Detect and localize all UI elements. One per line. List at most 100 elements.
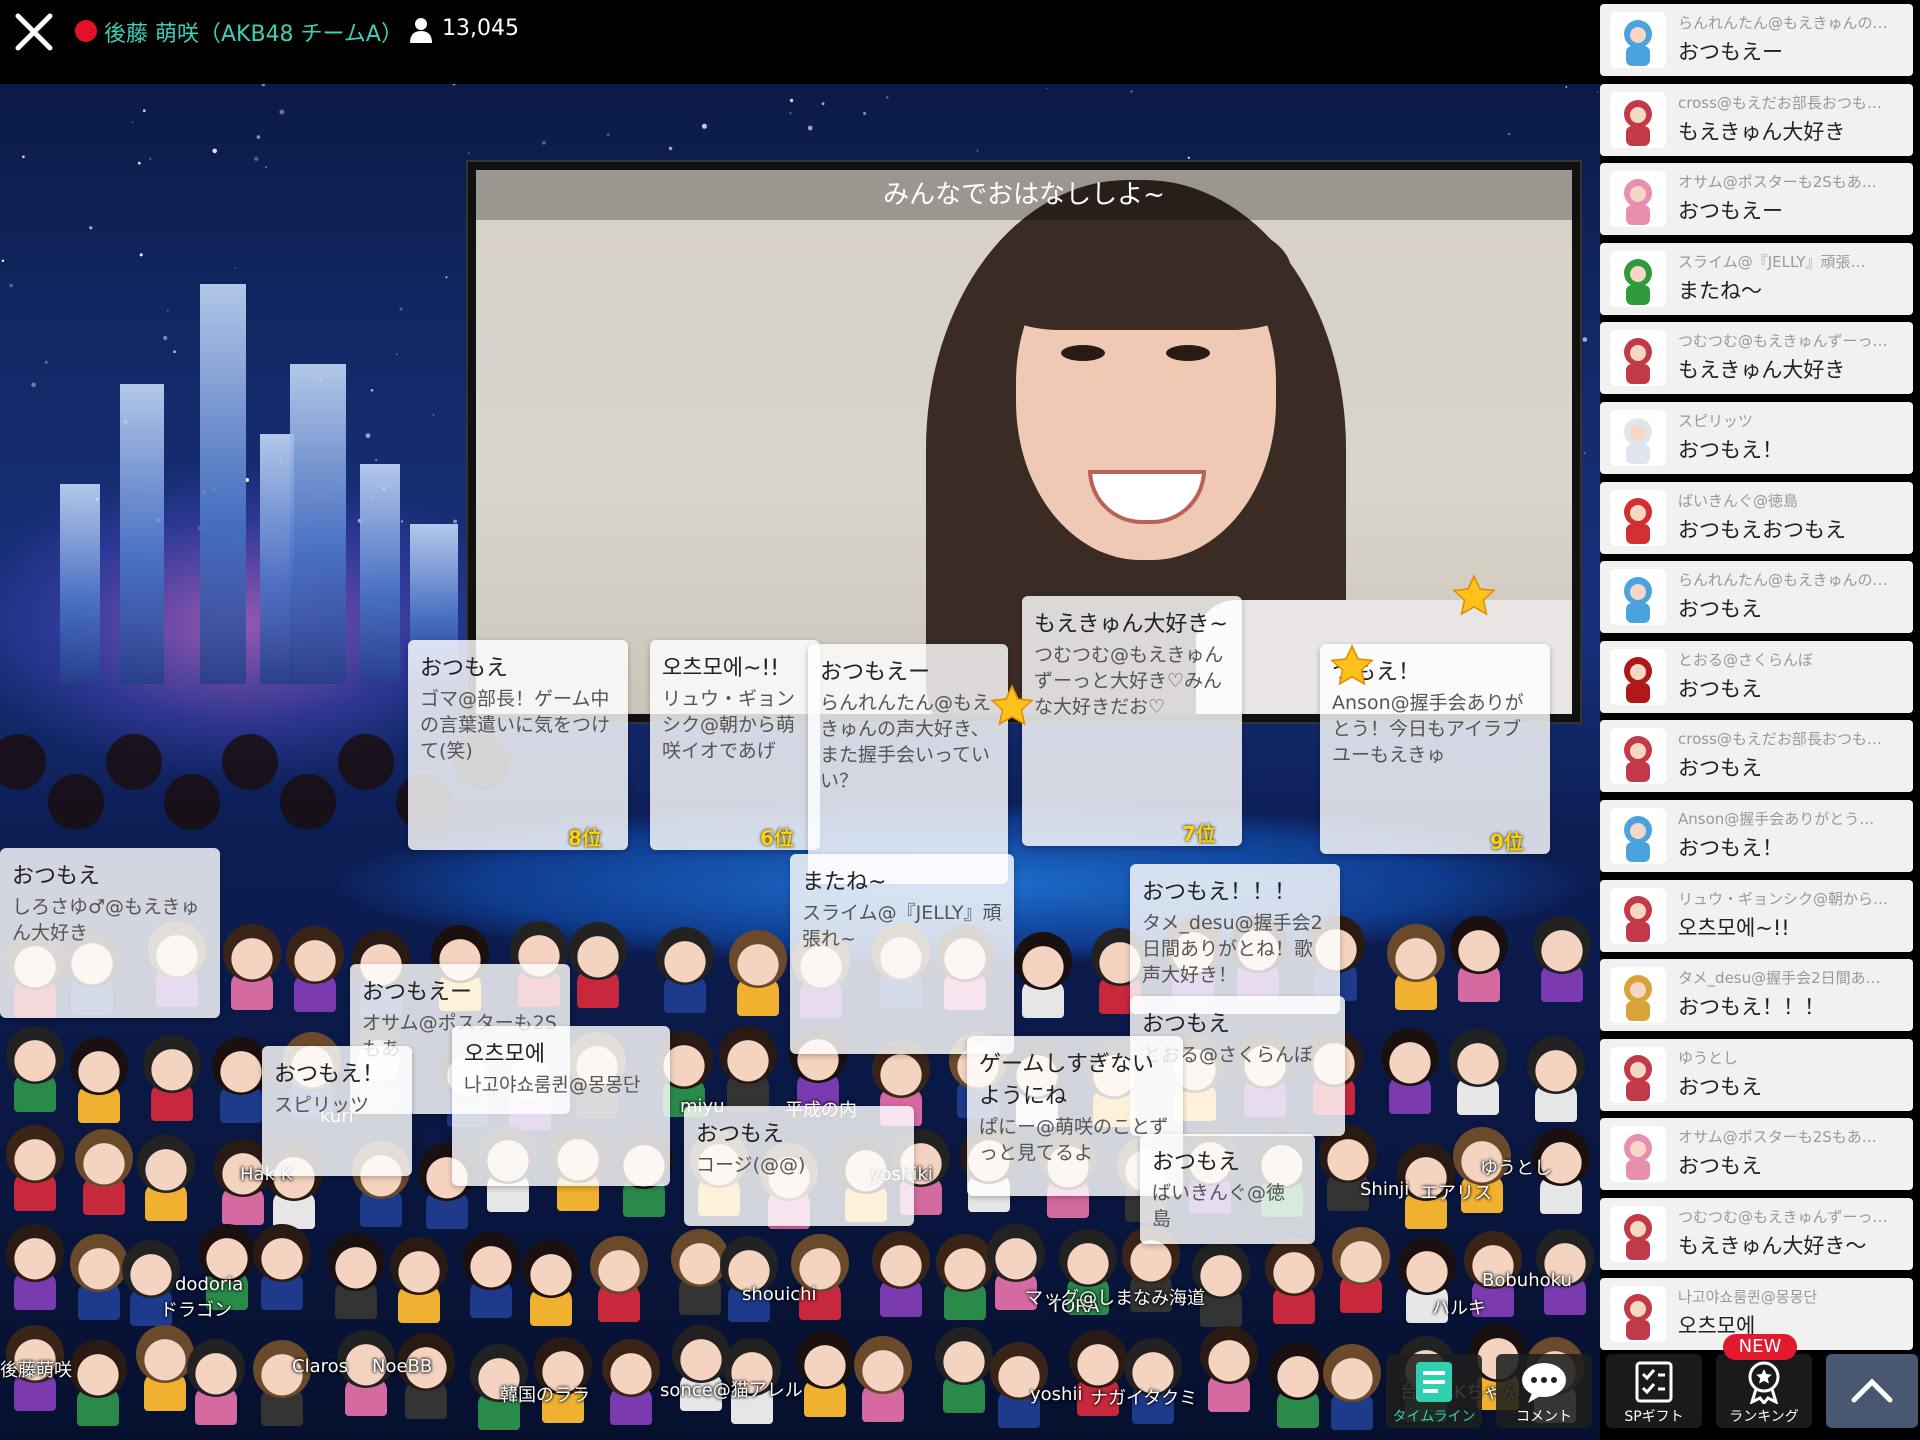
comment-message: 오츠모에~!!: [1678, 916, 1790, 940]
avatar: [1610, 888, 1666, 944]
star: [279, 109, 285, 115]
stage-comment-title: おつもえ！: [274, 1062, 385, 1087]
comment-user: オサム@ポスターも2Sもあ…: [1678, 1128, 1877, 1146]
stage-comment-title: おつもえ: [1152, 1150, 1241, 1175]
star: [807, 125, 813, 131]
stage-comment-title: またね~: [802, 870, 887, 895]
fan-avatar: [0, 1026, 70, 1112]
comment-user: スピリッツ: [1678, 412, 1754, 430]
stage-comment-card: もえきゅん大好き~ つむつむ@もえきゅんずーっと大好き♡みんな大好きだお♡: [1022, 596, 1242, 846]
avatar: [1610, 967, 1666, 1023]
comment-message: おつもえー: [1678, 40, 1783, 64]
stage-comment-title: もえきゅん大好き~: [1034, 612, 1228, 637]
star: [701, 123, 707, 129]
fan-avatar: [1326, 1227, 1396, 1313]
comment-item[interactable]: らんれんたん@もえきゅんの… おつもえ: [1600, 561, 1913, 633]
comment-message: おつもえ: [1678, 677, 1762, 701]
ranking-button[interactable]: ランキング: [1716, 1354, 1812, 1428]
stage-comment-text: リュウ・ギョンシク@朝から萌咲イオであげ: [662, 688, 796, 762]
comment-user: オサム@ポスターも2Sもあ…: [1678, 173, 1877, 191]
stage-comment-text: ばいきんぐ@徳島: [1152, 1182, 1286, 1230]
avatar: [1610, 1126, 1666, 1182]
stage-comment-card: おつもえばいきんぐ@徳島: [1140, 1134, 1315, 1244]
audience-silhouette: [164, 774, 220, 830]
fan-avatar: [785, 1234, 855, 1320]
star: [254, 156, 259, 161]
comment-user: スライム@『JELLY』頑張…: [1678, 253, 1866, 271]
comment-item[interactable]: cross@もえだお部長おつも… もえきゅん大好き: [1600, 84, 1913, 156]
fan-name-tag: 後藤萌咲: [0, 1360, 72, 1381]
comment-item[interactable]: とおる@さくらんぼ おつもえ: [1600, 641, 1913, 713]
fan-name-tag: Bobuhoku: [1482, 1270, 1572, 1291]
fan-name-tag: dodoria: [175, 1274, 244, 1295]
avatar: [1610, 1206, 1666, 1262]
comment-item[interactable]: らんれんたん@もえきゅんの… おつもえー: [1600, 4, 1913, 76]
comment-item[interactable]: オサム@ポスターも2Sもあ… おつもえー: [1600, 163, 1913, 235]
comment-item[interactable]: cross@もえだお部長おつも… おつもえ: [1600, 720, 1913, 792]
fan-avatar: [280, 926, 350, 1012]
fan-avatar: [516, 1240, 586, 1326]
stage-comment-card: 오츠모에~!! リュウ・ギョンシク@朝から萌咲イオであげ: [650, 640, 820, 850]
close-icon[interactable]: [12, 10, 56, 54]
stage-comment-card: おつもえ しろさゆ♂@もえきゅん大好き: [0, 848, 220, 1018]
star: [541, 140, 546, 145]
stage: みんなでおはなししよ~ 後藤萌咲 dodoria ドラゴン Claros NoeBB 韓国…: [0, 84, 1600, 1440]
fan-avatar: [321, 1233, 391, 1319]
avatar: [1610, 171, 1666, 227]
fan-name-tag: NoeBB: [372, 1356, 433, 1377]
audience-silhouette: [222, 734, 278, 790]
avatar: [1610, 12, 1666, 68]
rank-label: 9位: [1490, 830, 1524, 854]
avatar: [1610, 410, 1666, 466]
fan-avatar: [714, 1236, 784, 1322]
comment-item[interactable]: スライム@『JELLY』頑張… またね～: [1600, 243, 1913, 315]
comment-user: らんれんたん@もえきゅんの…: [1678, 571, 1888, 589]
fan-avatar: [723, 930, 793, 1016]
star: [149, 158, 151, 160]
stage-comment-card: またね~ スライム@『JELLY』頑張れ~: [790, 854, 1014, 1054]
timeline-button[interactable]: タイムライン: [1386, 1354, 1482, 1428]
stage-comment-card: 오츠모에 나고야쇼룸퀸@몽몽단: [452, 1026, 670, 1186]
star: [1565, 86, 1568, 88]
comment-item[interactable]: スピリッツ おつもえ！: [1600, 402, 1913, 474]
timeline-label: タイムライン: [1392, 1409, 1476, 1425]
comment-item[interactable]: タメ_desu@握手会2日間あ… おつもえ！！！: [1600, 959, 1913, 1031]
stage-comment-text: スピリッツ: [274, 1094, 370, 1116]
eye-right: [1166, 345, 1210, 361]
stage-comment-title: おつもえ: [1142, 1012, 1231, 1037]
avatar: [1610, 649, 1666, 705]
comment-item[interactable]: つむつむ@もえきゅんずーっ… もえきゅん大好き: [1600, 322, 1913, 394]
comment-message: おつもえ: [1678, 597, 1762, 621]
checklist-icon: [1635, 1361, 1673, 1403]
comment-item[interactable]: つむつむ@もえきゅんずーっ… もえきゅん大好き～: [1600, 1198, 1913, 1270]
comment-item[interactable]: ばいきんぐ@徳島 おつもえおつもえ: [1600, 482, 1913, 554]
star: [1046, 87, 1048, 89]
rank-label: 7位: [1182, 822, 1216, 846]
comment-button[interactable]: コメント: [1496, 1354, 1592, 1428]
comment-list[interactable]: らんれんたん@もえきゅんの… おつもえー cross@もえだお部長おつも… もえきゅん…: [1600, 0, 1920, 1440]
stage-comment-title: おつもえ: [420, 656, 509, 681]
fan-name-tag: 韓国のララ: [500, 1385, 590, 1406]
star: [256, 135, 261, 139]
comment-item[interactable]: オサム@ポスターも2Sもあ… おつもえ: [1600, 1118, 1913, 1190]
audience-silhouette: [106, 734, 162, 790]
comment-item[interactable]: リュウ・ギョンシク@朝から… 오츠모에~!!: [1600, 880, 1913, 952]
star: [1597, 91, 1599, 93]
comment-item[interactable]: ゆうとし おつもえ: [1600, 1039, 1913, 1111]
timeline-icon: [1416, 1362, 1452, 1402]
fan-avatar: [131, 1135, 201, 1221]
fan-name-tag: ゆうとし: [1480, 1158, 1552, 1179]
stage-comment-title: 오츠모에~!!: [662, 656, 780, 681]
comment-message: おつもえ！！！: [1678, 995, 1825, 1019]
fan-avatar: [1521, 1036, 1591, 1122]
scroll-top-button[interactable]: [1826, 1354, 1918, 1428]
sp-gift-button[interactable]: SPギフト: [1606, 1354, 1702, 1428]
fan-avatar: [1443, 1029, 1513, 1115]
fan-avatar: [69, 1129, 139, 1215]
star: [821, 102, 825, 106]
comment-item[interactable]: Anson@握手会ありがとう… おつもえ！: [1600, 800, 1913, 872]
comment-message: おつもえー: [1678, 199, 1783, 223]
comment-message: おつもえ: [1678, 756, 1762, 780]
stage-comment-text: スライム@『JELLY』頑張れ~: [802, 902, 1002, 950]
fan-avatar: [384, 1237, 454, 1323]
